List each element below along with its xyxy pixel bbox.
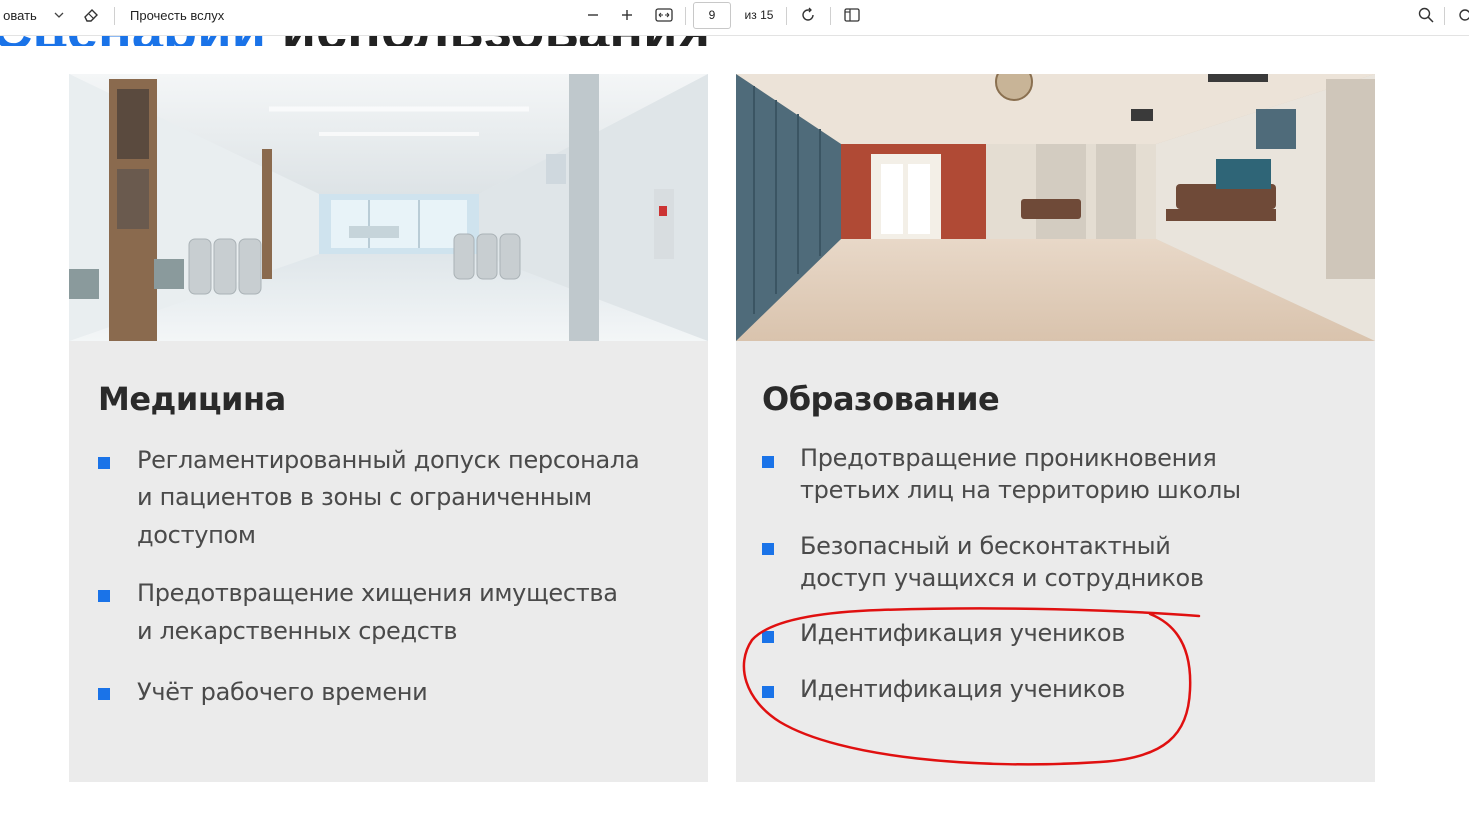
page-view-icon[interactable] [841, 0, 863, 30]
page-number-input[interactable]: 9 [693, 2, 731, 29]
chevron-down-icon[interactable] [50, 0, 68, 30]
pdf-toolbar: овать Прочесть вслух 9 из 15 [0, 0, 1469, 36]
bullet-square-icon [98, 457, 110, 469]
zoom-out-icon[interactable] [584, 0, 602, 30]
bullet-square-icon [762, 543, 774, 555]
list-item-text: доступ учащихся и сотрудников [800, 564, 1204, 592]
bullet-square-icon [98, 590, 110, 602]
card-education: Образование Предотвращение проникновения… [736, 74, 1375, 782]
draw-button-label[interactable]: овать [0, 0, 40, 30]
toolbar-divider [786, 7, 787, 25]
bullet-square-icon [762, 686, 774, 698]
list-item-text: третьих лиц на территорию школы [800, 476, 1241, 504]
list-item-text: и пациентов в зоны с ограниченным [137, 483, 592, 511]
toolbar-divider [114, 7, 115, 25]
list-item-text: Идентификация учеников [800, 675, 1126, 703]
list-item-text: Предотвращение хищения имущества [137, 579, 618, 607]
rotate-icon[interactable] [797, 0, 819, 30]
list-item-text: Идентификация учеников [800, 619, 1126, 647]
bullet-square-icon [762, 456, 774, 468]
fit-width-icon[interactable] [653, 0, 675, 30]
zoom-in-icon[interactable] [618, 0, 636, 30]
settings-icon[interactable] [1455, 0, 1469, 30]
eraser-icon[interactable] [80, 0, 102, 30]
bullet-square-icon [762, 631, 774, 643]
list-item-text: Предотвращение проникновения [800, 444, 1217, 472]
list-item-text: доступом [137, 521, 256, 549]
toolbar-divider [1444, 7, 1445, 25]
list-item-text: Безопасный и бесконтактный [800, 532, 1171, 560]
list-item-text: Учёт рабочего времени [137, 678, 428, 706]
card-heading: Образование [762, 380, 1000, 418]
toolbar-divider [830, 7, 831, 25]
read-aloud-button[interactable]: Прочесть вслух [130, 0, 234, 30]
list-item-text: и лекарственных средств [137, 617, 458, 645]
page-total-label: из 15 [744, 8, 774, 22]
bullet-square-icon [98, 688, 110, 700]
search-icon[interactable] [1415, 0, 1437, 30]
hospital-corridor-image [69, 74, 708, 341]
school-hallway-image [736, 74, 1375, 341]
list-item-text: Регламентированный допуск персонала [137, 446, 640, 474]
card-heading: Медицина [98, 380, 286, 418]
toolbar-divider [685, 7, 686, 25]
card-medicine: Медицина Регламентированный допуск персо… [69, 74, 708, 782]
